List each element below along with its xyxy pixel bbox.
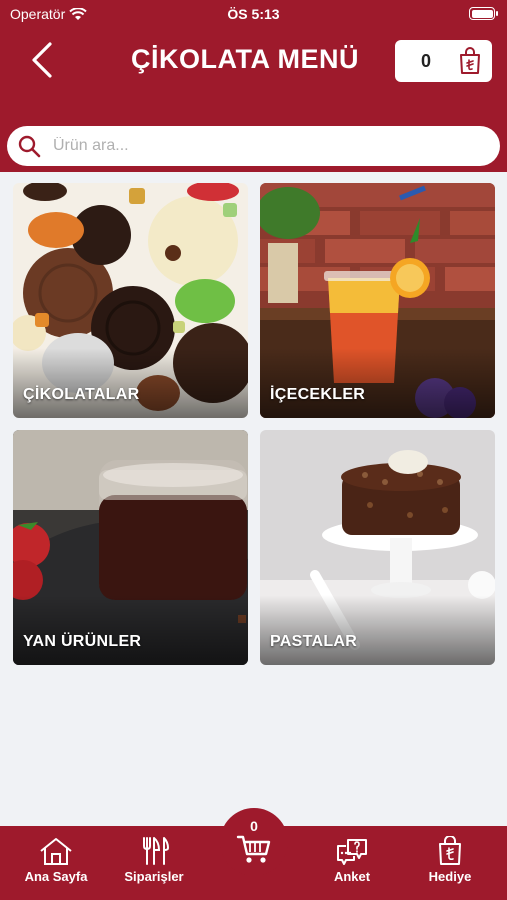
label-shade <box>260 595 495 665</box>
category-label: İÇECEKLER <box>270 386 366 403</box>
tab-gift[interactable]: Hediye <box>405 836 495 884</box>
label-shade <box>13 595 248 665</box>
category-label: ÇİKOLATALAR <box>23 386 140 403</box>
status-time: ÖS 5:13 <box>227 6 280 22</box>
category-card-pastalar[interactable]: PASTALAR <box>260 430 495 665</box>
shopping-cart-icon <box>236 835 271 863</box>
chat-question-icon <box>337 839 367 865</box>
category-label: YAN ÜRÜNLER <box>23 633 142 650</box>
category-label: PASTALAR <box>270 633 358 650</box>
cart-button[interactable]: 0 <box>395 40 492 82</box>
label-shade <box>260 348 495 418</box>
header: Operatör ÖS 5:13 ÇİKOLATA MENÜ 0 <box>0 0 507 172</box>
tab-survey[interactable]: Anket <box>307 836 397 884</box>
label-shade <box>13 348 248 418</box>
cart-count: 0 <box>421 50 432 71</box>
search-bar <box>7 126 500 166</box>
cart-tab-button[interactable]: 0 <box>220 808 288 876</box>
tab-label: Siparişler <box>124 869 184 884</box>
gift-bag-icon <box>439 836 461 865</box>
chevron-left-icon <box>32 42 52 78</box>
tab-label: Ana Sayfa <box>24 869 88 884</box>
tab-label: Anket <box>333 869 371 884</box>
shopping-bag-icon <box>460 47 480 74</box>
cutlery-icon <box>143 837 170 865</box>
status-bar: Operatör ÖS 5:13 <box>0 0 507 28</box>
tab-label: Hediye <box>428 869 472 884</box>
category-card-cikolatalar[interactable]: ÇİKOLATALAR <box>13 183 248 418</box>
battery-icon <box>469 7 498 20</box>
category-grid: ÇİKOLATALAR İÇECEKLER YAN ÜRÜNLER PASTAL… <box>13 183 495 665</box>
page-title: ÇİKOLATA MENÜ <box>131 44 359 74</box>
category-card-yan-urunler[interactable]: YAN ÜRÜNLER <box>13 430 248 665</box>
back-button[interactable] <box>22 38 62 82</box>
search-icon <box>18 135 41 158</box>
home-icon <box>40 838 72 865</box>
tab-orders[interactable]: Siparişler <box>109 836 199 884</box>
tab-cart-count: 0 <box>250 818 258 834</box>
tab-home[interactable]: Ana Sayfa <box>11 836 101 884</box>
category-card-icecekler[interactable]: İÇECEKLER <box>260 183 495 418</box>
search-input[interactable] <box>53 137 453 155</box>
